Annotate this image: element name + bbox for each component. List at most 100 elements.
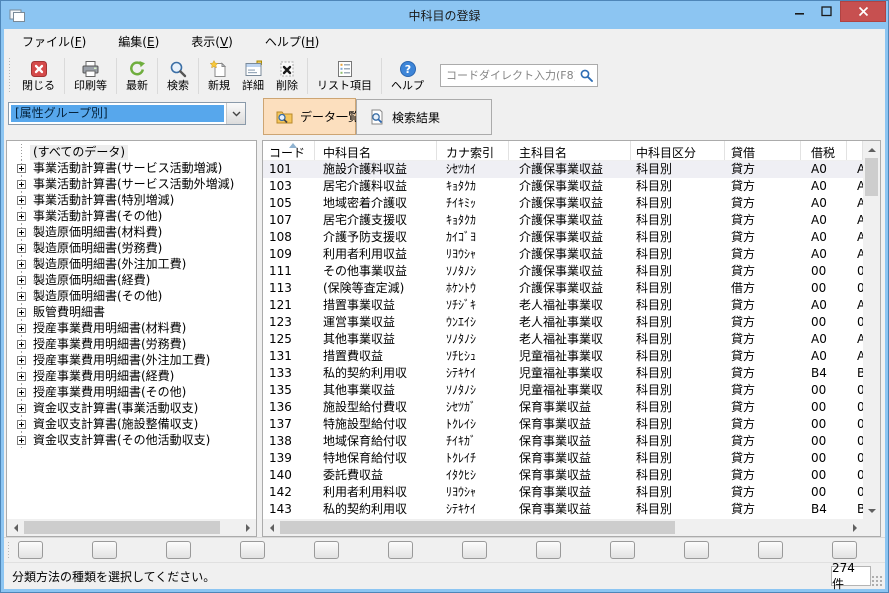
table-row[interactable]: 135 其他事業収益 ｿﾉﾀﾉｼ 児童福祉事業収 科目別 貸方 00 00 [263, 382, 863, 399]
function-key-button[interactable] [758, 541, 783, 559]
minimize-button[interactable] [786, 1, 813, 22]
table-row[interactable]: 143 私的契約利用収 ｼﾃｷｹｲ 保育事業収益 科目別 貸方 B4 B4 [263, 501, 863, 518]
expand-plus-icon[interactable] [17, 436, 26, 445]
toolbar-button-print[interactable]: 印刷等 [68, 55, 113, 97]
tree-item[interactable]: 授産事業費用明細書(労務費) [7, 336, 256, 352]
expand-plus-icon[interactable] [17, 420, 26, 429]
expand-plus-icon[interactable] [17, 180, 26, 189]
expand-plus-icon[interactable] [17, 228, 26, 237]
tree-item[interactable]: 製造原価明細書(その他) [7, 288, 256, 304]
tree-item[interactable]: 資金収支計算書(その他活動収支) [7, 432, 256, 448]
tree-item[interactable]: 事業活動計算書(サービス活動外増減) [7, 176, 256, 192]
column-header-kana[interactable]: カナ索引 [437, 141, 509, 160]
scroll-right-icon[interactable] [846, 519, 863, 536]
table-row[interactable]: 111 その他事業収益 ｿﾉﾀﾉｼ 介護保事業収益 科目別 貸方 00 00 [263, 263, 863, 280]
scrollbar-thumb[interactable] [865, 158, 878, 196]
table-row[interactable]: 140 委託費収益 ｲﾀｸﾋｼ 保育事業収益 科目別 貸方 00 00 [263, 467, 863, 484]
column-header-major[interactable]: 主科目名 [509, 141, 631, 160]
close-window-button[interactable] [840, 1, 886, 22]
column-header-side[interactable]: 貸借 [725, 141, 801, 160]
expand-plus-icon[interactable] [17, 356, 26, 365]
table-row[interactable]: 108 介護予防支援収 ｶｲｺﾞﾖ 介護保事業収益 科目別 貸方 A0 A0 [263, 229, 863, 246]
expand-plus-icon[interactable] [17, 164, 26, 173]
expand-plus-icon[interactable] [17, 260, 26, 269]
toolbar-button-close[interactable]: 閉じる [16, 55, 61, 97]
table-row[interactable]: 107 居宅介護支援収 ｷｮﾀｸｶ 介護保事業収益 科目別 貸方 A0 A0 [263, 212, 863, 229]
code-direct-input[interactable] [440, 64, 598, 87]
toolbar-button-detail[interactable]: 詳細 [236, 55, 270, 97]
menu-item[interactable]: 表示(V) [191, 33, 233, 50]
expand-plus-icon[interactable] [17, 292, 26, 301]
maximize-button[interactable] [813, 1, 840, 22]
function-key-button[interactable] [832, 541, 857, 559]
table-row[interactable]: 103 居宅介護料収益 ｷｮﾀｸｶ 介護保事業収益 科目別 貸方 A0 A0 [263, 178, 863, 195]
table-row[interactable]: 101 施設介護料収益 ｼｾﾂｶｲ 介護保事業収益 科目別 貸方 A0 A0 [263, 161, 863, 178]
tree-item[interactable]: 製造原価明細書(外注加工費) [7, 256, 256, 272]
tree-item[interactable]: (すべてのデータ) [7, 144, 256, 160]
table-row[interactable]: 138 地域保育給付収 ﾁｲｷｶﾞ 保育事業収益 科目別 貸方 00 00 [263, 433, 863, 450]
table-row[interactable]: 113 (保険等査定減) ﾎｹﾝﾄｳ 介護保事業収益 科目別 借方 00 00 [263, 280, 863, 297]
column-header-partial[interactable] [847, 141, 863, 160]
toolbar-button-help[interactable]: ? ヘルプ [385, 55, 430, 97]
function-key-button[interactable] [314, 541, 339, 559]
table-row[interactable]: 131 措置費収益 ｿﾁﾋｼｭ 児童福祉事業収 科目別 貸方 A0 A0 [263, 348, 863, 365]
tab-data-list[interactable]: データ一覧 [263, 98, 356, 135]
toolbar-grip-handle[interactable] [8, 58, 12, 94]
expand-plus-icon[interactable] [17, 244, 26, 253]
expand-plus-icon[interactable] [17, 308, 26, 317]
function-key-button[interactable] [536, 541, 561, 559]
tree-item[interactable]: 資金収支計算書(事業活動収支) [7, 400, 256, 416]
table-vertical-scrollbar[interactable] [863, 141, 880, 519]
function-key-button[interactable] [388, 541, 413, 559]
scroll-down-icon[interactable] [863, 502, 880, 519]
table-row[interactable]: 136 施設型給付費収 ｼｾﾂｶﾞ 保育事業収益 科目別 貸方 00 00 [263, 399, 863, 416]
tree-item[interactable]: 授産事業費用明細書(材料費) [7, 320, 256, 336]
function-key-button[interactable] [462, 541, 487, 559]
toolbar-button-delete[interactable]: 削除 [270, 55, 304, 97]
function-key-button[interactable] [684, 541, 709, 559]
input-search-icon[interactable] [580, 69, 593, 85]
resize-grip[interactable] [872, 576, 883, 587]
function-key-button[interactable] [92, 541, 117, 559]
tree-item[interactable]: 製造原価明細書(経費) [7, 272, 256, 288]
tree-item[interactable]: 事業活動計算書(サービス活動増減) [7, 160, 256, 176]
table-row[interactable]: 142 利用者利用料収 ﾘﾖｳｼｬ 保育事業収益 科目別 貸方 00 00 [263, 484, 863, 501]
table-row[interactable]: 123 運営事業収益 ｳﾝｴｲｼ 老人福祉事業収 科目別 貸方 00 00 [263, 314, 863, 331]
expand-plus-icon[interactable] [17, 276, 26, 285]
expand-plus-icon[interactable] [17, 212, 26, 221]
scroll-right-icon[interactable] [239, 519, 256, 536]
tree-item[interactable]: 事業活動計算書(その他) [7, 208, 256, 224]
tree-item[interactable]: 販管費明細書 [7, 304, 256, 320]
toolbar-button-list[interactable]: リスト項目 [311, 55, 378, 97]
tab-search-results[interactable]: 検索結果 [356, 99, 492, 135]
tree-item[interactable]: 授産事業費用明細書(その他) [7, 384, 256, 400]
tree-horizontal-scrollbar[interactable] [7, 519, 256, 536]
expand-plus-icon[interactable] [17, 388, 26, 397]
scrollbar-thumb[interactable] [280, 521, 675, 534]
column-header-code[interactable]: コード [263, 141, 315, 160]
table-row[interactable]: 133 私的契約利用収 ｼﾃｷｹｲ 児童福祉事業収 科目別 貸方 B4 B4 [263, 365, 863, 382]
scroll-left-icon[interactable] [7, 519, 24, 536]
column-header-name[interactable]: 中科目名 [315, 141, 437, 160]
function-key-button[interactable] [240, 541, 265, 559]
tree-item[interactable]: 授産事業費用明細書(外注加工費) [7, 352, 256, 368]
tree-item[interactable]: 製造原価明細書(労務費) [7, 240, 256, 256]
tree-item[interactable]: 資金収支計算書(施設整備収支) [7, 416, 256, 432]
expand-plus-icon[interactable] [17, 324, 26, 333]
menu-item[interactable]: ファイル(F) [22, 33, 86, 50]
toolbar-button-new[interactable]: 新規 [202, 55, 236, 97]
tree-item[interactable]: 授産事業費用明細書(経費) [7, 368, 256, 384]
tree-item[interactable]: 事業活動計算書(特別増減) [7, 192, 256, 208]
function-key-button[interactable] [166, 541, 191, 559]
table-row[interactable]: 125 其他事業収益 ｿﾉﾀﾉｼ 老人福祉事業収 科目別 貸方 A0 A0 [263, 331, 863, 348]
group-filter-combobox[interactable]: [属性グループ別] [8, 102, 246, 125]
scroll-left-icon[interactable] [263, 519, 280, 536]
function-key-button[interactable] [18, 541, 43, 559]
table-row[interactable]: 105 地域密着介護収 ﾁｲｷﾐｯ 介護保事業収益 科目別 貸方 A0 A0 [263, 195, 863, 212]
combobox-dropdown-button[interactable] [226, 103, 245, 124]
expand-plus-icon[interactable] [17, 196, 26, 205]
column-header-kubun[interactable]: 中科目区分 [631, 141, 725, 160]
menu-item[interactable]: ヘルプ(H) [265, 33, 319, 50]
table-row[interactable]: 109 利用者利用収益 ﾘﾖｳｼｬ 介護保事業収益 科目別 貸方 A0 A0 [263, 246, 863, 263]
toolbar-button-search[interactable]: 検索 [161, 55, 195, 97]
